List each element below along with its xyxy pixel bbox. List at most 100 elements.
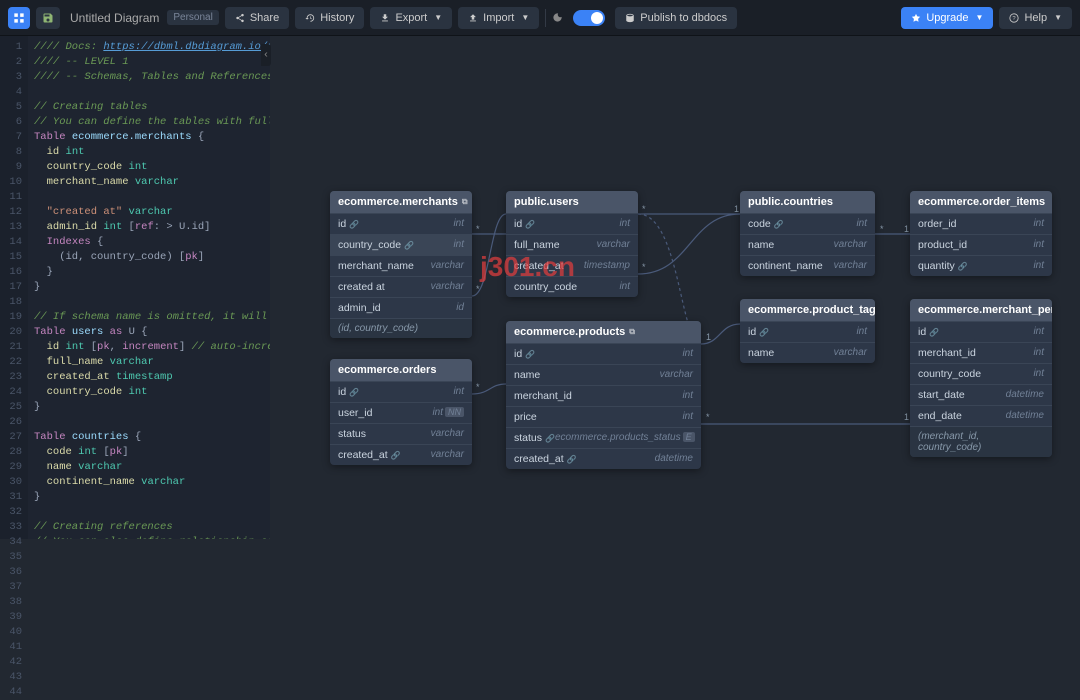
svg-text:*: * [476, 224, 480, 234]
table-column[interactable]: code 🔗int [740, 213, 875, 234]
table-column[interactable]: continent_namevarchar [740, 255, 875, 276]
share-button[interactable]: Share [225, 7, 289, 29]
table-header[interactable]: ecommerce.products ⧉ [506, 321, 701, 343]
table-column[interactable]: merchant_namevarchar [330, 255, 472, 276]
table-column[interactable]: id 🔗int [330, 381, 472, 402]
chevron-down-icon: ▼ [1054, 13, 1062, 22]
table-column[interactable]: created atvarchar [330, 276, 472, 297]
table-countries[interactable]: public.countries code 🔗intnamevarcharcon… [740, 191, 875, 276]
code-content[interactable]: //// Docs: https://dbml.dbdiagram.io/doc… [28, 36, 270, 539]
upgrade-button[interactable]: Upgrade ▼ [901, 7, 993, 29]
collapse-editor-handle[interactable]: ‹ [261, 44, 271, 66]
chevron-down-icon: ▼ [434, 13, 442, 22]
publish-label: Publish to dbdocs [640, 12, 727, 24]
table-column[interactable]: admin_idid [330, 297, 472, 318]
link-icon: 🔗 [567, 455, 577, 464]
table-column[interactable]: statusvarchar [330, 423, 472, 444]
import-button[interactable]: Import ▼ [458, 7, 539, 29]
table-column[interactable]: user_idintNN [330, 402, 472, 423]
table-product_tags[interactable]: ecommerce.product_tags id 🔗intnamevarcha… [740, 299, 875, 363]
table-column[interactable]: status 🔗ecommerce.products_statusE [506, 427, 701, 448]
table-order_items[interactable]: ecommerce.order_items order_idintproduct… [910, 191, 1052, 276]
table-column[interactable]: created_at 🔗varchar [330, 444, 472, 465]
table-column[interactable]: priceint [506, 406, 701, 427]
table-header[interactable]: ecommerce.merchant_periods [910, 299, 1052, 321]
save-icon [42, 12, 54, 24]
svg-text:*: * [476, 284, 480, 294]
table-orders[interactable]: ecommerce.orders id 🔗intuser_idintNNstat… [330, 359, 472, 465]
save-button[interactable] [36, 7, 60, 29]
link-icon: 🔗 [404, 241, 414, 250]
history-icon [305, 13, 315, 23]
moon-icon [552, 12, 563, 23]
link-icon: 🔗 [958, 262, 968, 271]
table-column[interactable]: country_codeint [506, 276, 638, 297]
app-logo[interactable] [8, 7, 30, 29]
svg-text:1: 1 [734, 204, 739, 214]
table-column[interactable]: id 🔗int [330, 213, 472, 234]
title-area: Untitled Diagram Personal [70, 10, 219, 25]
link-icon: 🔗 [349, 388, 359, 397]
export-button[interactable]: Export ▼ [370, 7, 452, 29]
svg-text:*: * [642, 262, 646, 272]
table-column[interactable]: country_codeint [910, 363, 1052, 384]
table-products[interactable]: ecommerce.products ⧉ id 🔗intnamevarcharm… [506, 321, 701, 469]
table-column[interactable]: id 🔗int [506, 343, 701, 364]
table-column[interactable]: namevarchar [740, 234, 875, 255]
table-column[interactable]: merchant_idint [910, 342, 1052, 363]
link-icon: 🔗 [525, 220, 535, 229]
theme-toggle[interactable] [573, 10, 605, 26]
link-icon: ⧉ [629, 327, 635, 337]
link-icon: 🔗 [929, 328, 939, 337]
table-index: (merchant_id, country_code) [910, 426, 1052, 457]
link-icon: 🔗 [759, 328, 769, 337]
divider [545, 9, 546, 27]
diagram-canvas[interactable]: ****1*11**1 ecommerce.merchants ⧉ id 🔗in… [270, 36, 1080, 539]
code-editor[interactable]: 1234567891011121314151617181920212223242… [0, 36, 270, 539]
table-column[interactable]: product_idint [910, 234, 1052, 255]
table-header[interactable]: ecommerce.orders [330, 359, 472, 381]
main: 1234567891011121314151617181920212223242… [0, 36, 1080, 539]
export-icon [380, 13, 390, 23]
table-header[interactable]: ecommerce.merchants ⧉ [330, 191, 472, 213]
database-icon [625, 13, 635, 23]
svg-text:1: 1 [706, 332, 711, 342]
history-button[interactable]: History [295, 7, 364, 29]
table-column[interactable]: start_datedatetime [910, 384, 1052, 405]
table-column[interactable]: id 🔗int [506, 213, 638, 234]
svg-text:*: * [706, 412, 710, 422]
svg-text:1: 1 [904, 412, 909, 422]
table-column[interactable]: quantity 🔗int [910, 255, 1052, 276]
table-column[interactable]: created_attimestamp [506, 255, 638, 276]
table-header[interactable]: public.countries [740, 191, 875, 213]
table-header[interactable]: ecommerce.product_tags [740, 299, 875, 321]
svg-text:?: ? [1013, 16, 1017, 22]
link-icon: 🔗 [774, 220, 784, 229]
table-column[interactable]: created_at 🔗datetime [506, 448, 701, 469]
table-header[interactable]: ecommerce.order_items [910, 191, 1052, 213]
table-column[interactable]: namevarchar [506, 364, 701, 385]
link-icon: 🔗 [525, 350, 535, 359]
table-header[interactable]: public.users [506, 191, 638, 213]
publish-button[interactable]: Publish to dbdocs [615, 7, 737, 29]
table-column[interactable]: merchant_idint [506, 385, 701, 406]
line-gutter: 1234567891011121314151617181920212223242… [0, 36, 28, 539]
table-merchant_periods[interactable]: ecommerce.merchant_periods id 🔗intmercha… [910, 299, 1052, 457]
table-column[interactable]: full_namevarchar [506, 234, 638, 255]
import-label: Import [483, 12, 514, 24]
diagram-title[interactable]: Untitled Diagram [70, 11, 159, 25]
svg-text:*: * [642, 204, 646, 214]
table-column[interactable]: country_code 🔗int [330, 234, 472, 255]
table-users[interactable]: public.users id 🔗intfull_namevarcharcrea… [506, 191, 638, 297]
svg-text:1: 1 [904, 224, 909, 234]
workspace-badge: Personal [167, 10, 218, 25]
table-column[interactable]: end_datedatetime [910, 405, 1052, 426]
table-column[interactable]: id 🔗int [740, 321, 875, 342]
table-column[interactable]: order_idint [910, 213, 1052, 234]
upgrade-icon [911, 13, 921, 23]
export-label: Export [395, 12, 427, 24]
table-column[interactable]: id 🔗int [910, 321, 1052, 342]
table-column[interactable]: namevarchar [740, 342, 875, 363]
table-merchants[interactable]: ecommerce.merchants ⧉ id 🔗intcountry_cod… [330, 191, 472, 338]
help-button[interactable]: ? Help ▼ [999, 7, 1072, 29]
